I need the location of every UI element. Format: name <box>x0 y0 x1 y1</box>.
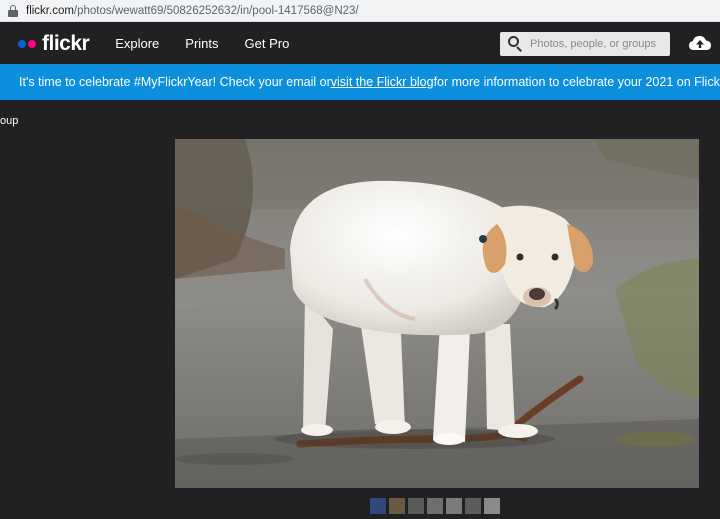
logo-text: flickr <box>42 31 90 55</box>
announcement-banner: It's time to celebrate #MyFlickrYear! Ch… <box>0 64 720 100</box>
thumbnail[interactable] <box>427 498 443 514</box>
banner-blog-link[interactable]: visit the Flickr blog <box>331 75 434 89</box>
search-box[interactable] <box>500 32 670 56</box>
thumbnail[interactable] <box>446 498 462 514</box>
thumbnail[interactable] <box>408 498 424 514</box>
nav-get-pro[interactable]: Get Pro <box>245 36 290 51</box>
search-input[interactable] <box>530 38 670 50</box>
photo-thumbnails <box>370 498 503 514</box>
group-context-label[interactable]: oup <box>0 115 18 127</box>
main-photo[interactable] <box>175 139 699 488</box>
flickr-logo[interactable]: flickr <box>18 31 90 56</box>
upload-cloud-icon[interactable] <box>688 33 712 53</box>
thumbnail[interactable] <box>465 498 481 514</box>
banner-text-before: It's time to celebrate #MyFlickrYear! Ch… <box>19 75 331 89</box>
url-text[interactable]: flickr.com/photos/wewatt69/50826252632/i… <box>26 5 359 17</box>
nav-prints[interactable]: Prints <box>185 36 218 51</box>
thumbnail[interactable] <box>484 498 500 514</box>
logo-pink-dot <box>28 39 36 48</box>
main-nav: Explore Prints Get Pro <box>115 36 315 51</box>
thumbnail[interactable] <box>370 498 386 514</box>
search-icon[interactable] <box>508 36 524 52</box>
address-bar[interactable]: flickr.com/photos/wewatt69/50826252632/i… <box>0 0 720 22</box>
lock-icon <box>8 4 18 17</box>
logo-blue-dot <box>18 39 26 48</box>
site-header: flickr Explore Prints Get Pro <box>0 23 720 64</box>
thumbnail[interactable] <box>389 498 405 514</box>
nav-explore[interactable]: Explore <box>115 36 159 51</box>
banner-text-after: for more information to celebrate your 2… <box>433 75 720 89</box>
photo-page: oup <box>0 100 720 519</box>
